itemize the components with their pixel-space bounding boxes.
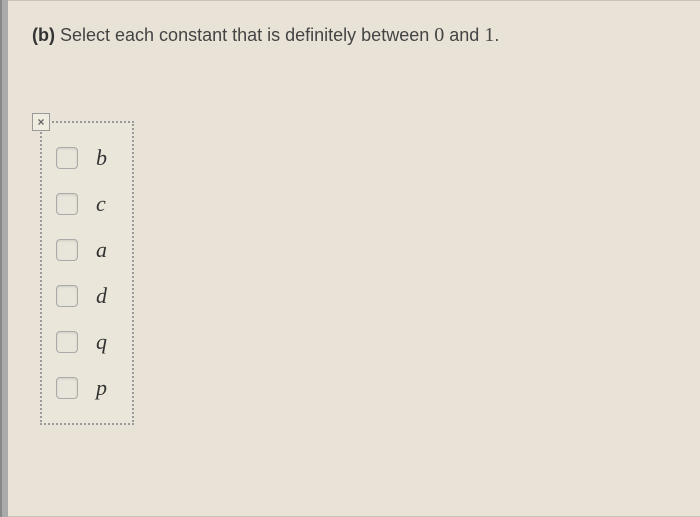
question-body-mid: and [449,25,479,45]
list-item: p [56,365,112,411]
checkbox-q[interactable] [56,331,78,353]
question-part-label: (b) [32,25,55,45]
list-item: d [56,273,112,319]
question-panel: (b) Select each constant that is definit… [8,0,700,517]
question-text: (b) Select each constant that is definit… [32,21,676,49]
checkbox-p[interactable] [56,377,78,399]
checklist-container: × b c a d q [40,121,676,425]
checkbox-a[interactable] [56,239,78,261]
option-label: d [96,283,112,309]
option-label: a [96,237,112,263]
checkbox-d[interactable] [56,285,78,307]
question-body-before: Select each constant that is definitely … [60,25,429,45]
list-item: a [56,227,112,273]
close-icon[interactable]: × [32,113,50,131]
option-label: p [96,375,112,401]
question-body-after: . [494,25,499,45]
option-label: b [96,145,112,171]
list-item: b [56,135,112,181]
question-num-2: 1 [484,24,494,46]
checkbox-c[interactable] [56,193,78,215]
checklist-box: b c a d q [40,121,134,425]
question-num-1: 0 [434,24,444,46]
list-item: q [56,319,112,365]
checkbox-b[interactable] [56,147,78,169]
option-label: q [96,329,112,355]
list-item: c [56,181,112,227]
option-label: c [96,191,112,217]
